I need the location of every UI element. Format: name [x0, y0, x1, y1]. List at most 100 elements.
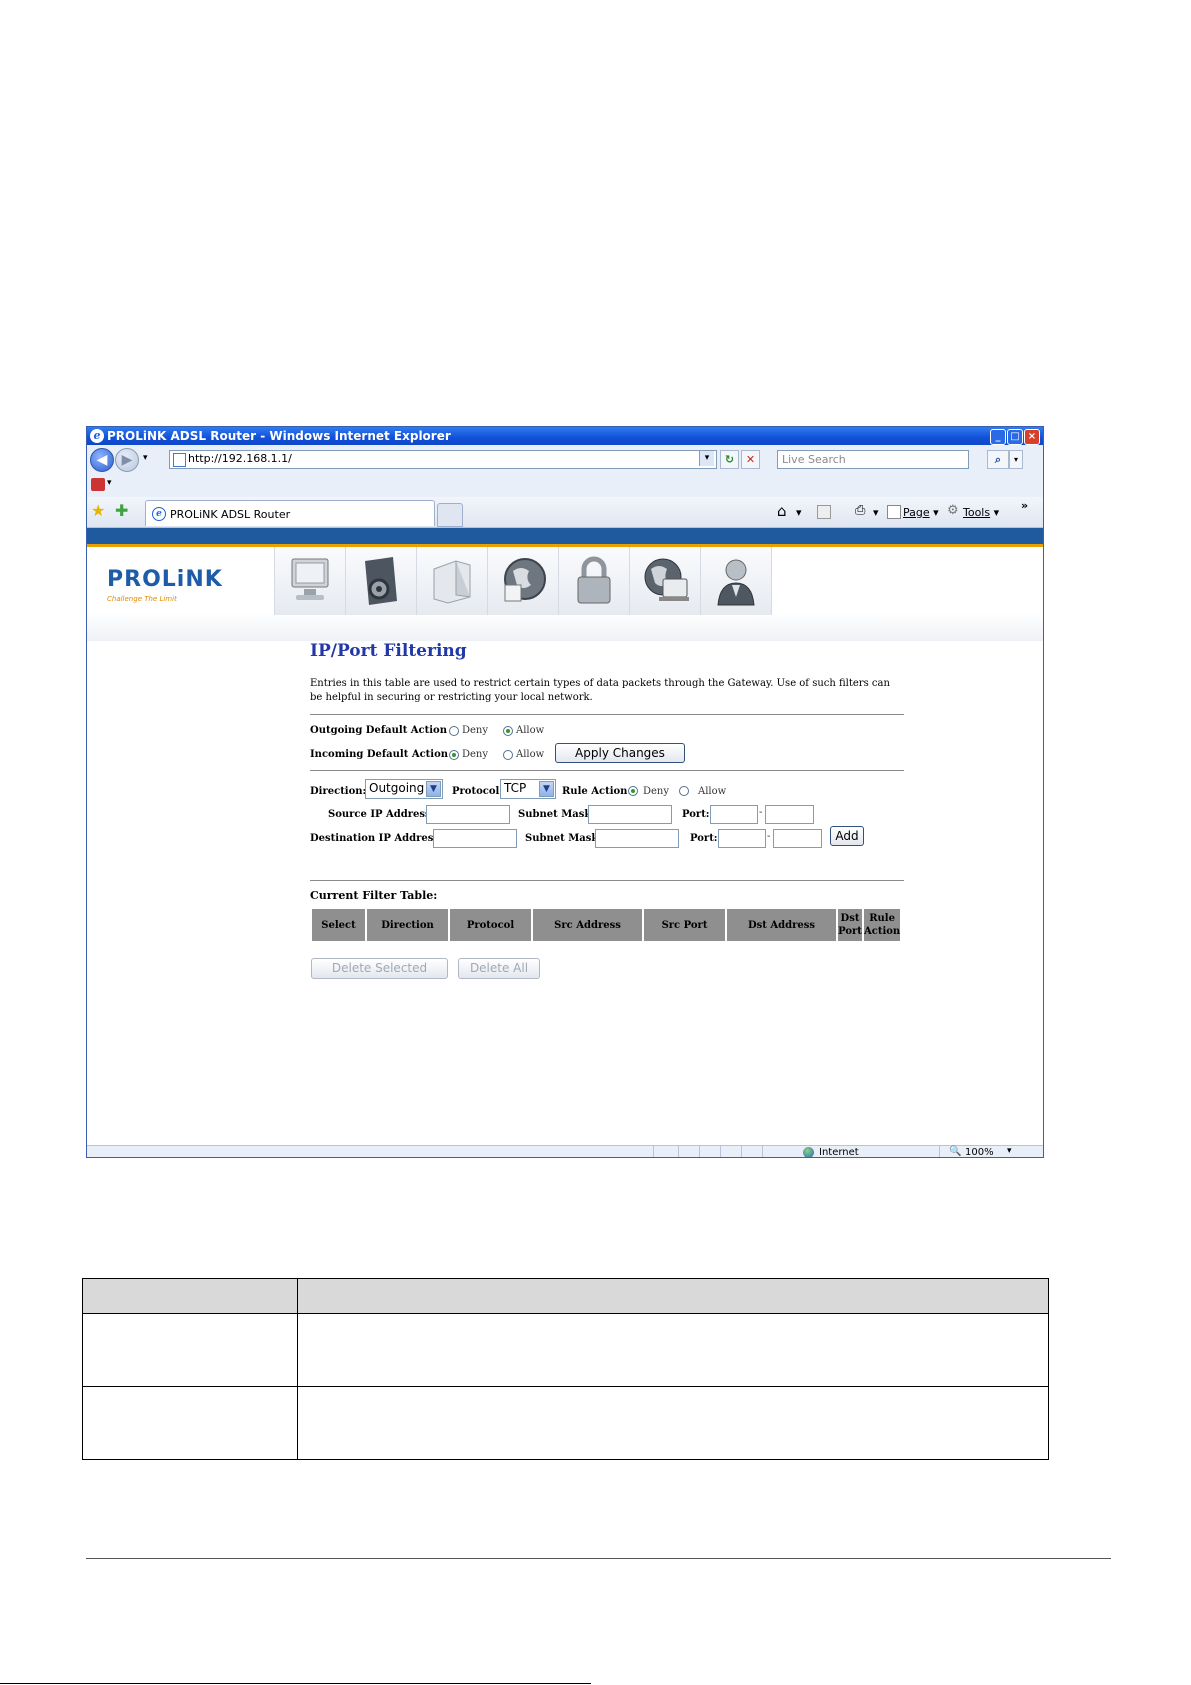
incoming-allow-label: Allow — [516, 749, 545, 760]
direction-label: Direction: — [310, 786, 367, 797]
protocol-label: Protocol: — [452, 786, 503, 797]
tab-label: PROLiNK ADSL Router — [170, 508, 291, 521]
search-icon[interactable]: ⌕ — [987, 450, 1009, 469]
outgoing-default-label: Outgoing Default Action — [310, 725, 447, 736]
home-icon[interactable]: ⌂ — [777, 502, 787, 520]
source-mask-input[interactable] — [588, 805, 672, 824]
address-bar: ◀ ▶ ▾ http://192.168.1.1/ ▾ ↻ ✕ Live Sea… — [87, 445, 1043, 473]
zoom-chevron-icon[interactable]: ▾ — [1007, 1146, 1012, 1156]
bottom-divider — [0, 1683, 591, 1684]
delete-selected-button[interactable]: Delete Selected — [311, 958, 448, 979]
column-header: Direction — [365, 907, 450, 943]
rule-allow-radio[interactable] — [679, 786, 689, 796]
url-dropdown-icon[interactable]: ▾ — [699, 451, 714, 466]
internet-icon[interactable] — [629, 547, 700, 615]
zoom-icon: 🔍 — [949, 1146, 962, 1157]
toolbar-row: ▾ — [87, 473, 1043, 497]
page-menu[interactable]: Page ▾ — [903, 506, 939, 519]
recent-pages-chevron-icon[interactable]: ▾ — [143, 453, 148, 463]
apply-changes-button[interactable]: Apply Changes — [555, 743, 685, 763]
advanced-icon[interactable] — [416, 547, 487, 615]
table-header-cell — [82, 1278, 298, 1314]
source-ip-label: Source IP Address: — [328, 809, 435, 820]
column-header: Dst Port — [836, 907, 864, 943]
direction-select[interactable]: Outgoing ▼ — [365, 779, 443, 799]
source-port-label: Port: — [682, 809, 710, 820]
outgoing-allow-radio[interactable] — [503, 726, 513, 736]
direction-value: Outgoing — [369, 781, 425, 795]
router-page: PROLiNK Challenge The Limit IP/Port Filt… — [87, 528, 1043, 1145]
window-title: PROLiNK ADSL Router - Windows Internet E… — [107, 429, 451, 443]
new-tab-button[interactable] — [437, 503, 463, 527]
incoming-deny-label: Deny — [462, 749, 489, 760]
toolbar-addon-icon[interactable] — [91, 478, 105, 491]
tab-prolink[interactable]: e PROLiNK ADSL Router — [145, 500, 435, 526]
table-cell — [82, 1313, 298, 1387]
destination-mask-input[interactable] — [595, 829, 679, 848]
favorites-star-icon[interactable]: ★ — [91, 501, 105, 520]
home-chevron-icon[interactable]: ▾ — [796, 506, 802, 519]
destination-ip-label: Destination IP Address: — [310, 833, 443, 844]
stop-button[interactable]: ✕ — [741, 450, 760, 469]
status-divider — [699, 1146, 700, 1157]
incoming-deny-radio[interactable] — [449, 750, 459, 760]
filter-table-title: Current Filter Table: — [310, 889, 438, 902]
destination-port-start-input[interactable] — [718, 829, 766, 848]
rule-allow-label: Allow — [698, 786, 727, 797]
status-divider — [720, 1146, 721, 1157]
minimize-button[interactable]: _ — [990, 429, 1006, 445]
filter-table: Select Direction Protocol Src Address Sr… — [310, 907, 903, 943]
filter-table-header-row: Select Direction Protocol Src Address Sr… — [310, 907, 903, 943]
ie-tab-icon: e — [152, 507, 166, 521]
setup-icon[interactable] — [345, 547, 416, 615]
source-ip-input[interactable] — [426, 805, 510, 824]
zoom-label[interactable]: 100% — [965, 1147, 994, 1157]
refresh-button[interactable]: ↻ — [720, 450, 739, 469]
close-button[interactable]: × — [1024, 429, 1040, 445]
ie-logo-icon: e — [90, 429, 104, 443]
security-icon[interactable] — [558, 547, 629, 615]
incoming-allow-radio[interactable] — [503, 750, 513, 760]
feeds-icon[interactable] — [817, 505, 831, 519]
delete-all-button[interactable]: Delete All — [458, 958, 540, 979]
maximize-button[interactable]: □ — [1007, 429, 1023, 445]
more-commands-chevron-icon[interactable]: » — [1021, 499, 1028, 512]
chevron-down-icon: ▼ — [539, 781, 554, 797]
print-chevron-icon[interactable]: ▾ — [873, 506, 879, 519]
page-icon — [173, 453, 186, 467]
destination-ip-input[interactable] — [433, 829, 517, 848]
rule-deny-radio[interactable] — [628, 786, 638, 796]
tools-menu[interactable]: Tools ▾ — [963, 506, 999, 519]
search-input[interactable]: Live Search — [777, 450, 969, 469]
page-title: IP/Port Filtering — [310, 641, 467, 661]
status-bar: Internet 🔍 100% ▾ — [87, 1145, 1043, 1158]
protocol-select[interactable]: TCP ▼ — [500, 779, 556, 799]
network-icon[interactable] — [487, 547, 558, 615]
chevron-down-icon: ▼ — [426, 781, 441, 797]
status-icon[interactable] — [274, 547, 345, 615]
table-cell — [82, 1386, 298, 1460]
column-header: Protocol — [448, 907, 533, 943]
logo-tagline: Challenge The Limit — [107, 595, 177, 603]
source-port-start-input[interactable] — [710, 805, 758, 824]
print-icon[interactable]: ⎙ — [855, 503, 865, 518]
tools-menu-label: Tools — [963, 506, 991, 519]
page-menu-label: Page — [903, 506, 930, 519]
destination-mask-label: Subnet Mask: — [525, 833, 603, 844]
destination-port-end-input[interactable] — [773, 829, 822, 848]
add-button[interactable]: Add — [830, 826, 864, 846]
addon-chevron-icon[interactable]: ▾ — [107, 478, 112, 488]
outgoing-allow-label: Allow — [516, 725, 545, 736]
outgoing-deny-radio[interactable] — [449, 726, 459, 736]
admin-icon[interactable] — [700, 547, 771, 615]
search-options-chevron-icon[interactable]: ▾ — [1009, 450, 1023, 469]
url-input[interactable]: http://192.168.1.1/ ▾ — [169, 450, 717, 469]
forward-button[interactable]: ▶ — [115, 448, 139, 472]
zone-label: Internet — [819, 1147, 859, 1158]
add-favorite-icon[interactable]: ✚ — [115, 501, 128, 520]
search-placeholder: Live Search — [782, 453, 846, 466]
source-port-end-input[interactable] — [765, 805, 814, 824]
back-button[interactable]: ◀ — [90, 448, 114, 472]
table-header-row — [82, 1278, 1049, 1314]
router-header: PROLiNK Challenge The Limit — [87, 547, 1043, 641]
